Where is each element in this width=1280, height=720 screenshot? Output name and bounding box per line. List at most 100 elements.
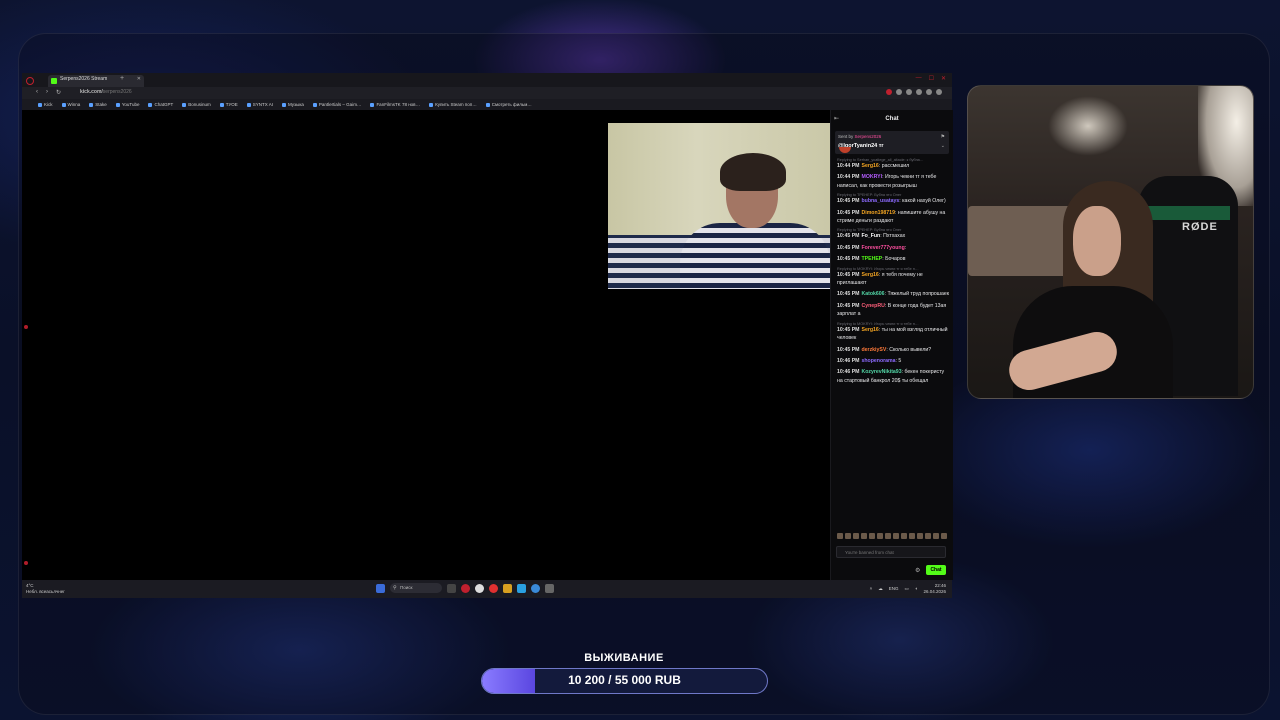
emote-icon[interactable]	[845, 533, 851, 539]
windows-start-icon[interactable]	[376, 583, 385, 593]
chat-message[interactable]: 10:45 PM Katok606: Тяжелый труд попрошаек	[837, 290, 949, 298]
chat-username[interactable]: ТРЕНЕР	[862, 256, 883, 262]
chat-message[interactable]: 10:45 PM ТРЕНЕР: Бочаров	[837, 255, 949, 263]
pin-icon[interactable]: ⚑	[941, 134, 945, 140]
chat-username[interactable]: Fo_Fun	[862, 233, 881, 239]
chat-username[interactable]: Serg16	[862, 272, 879, 278]
chevron-down-icon[interactable]: ⌄	[941, 143, 945, 149]
new-tab-icon[interactable]: +	[120, 75, 124, 82]
back-icon[interactable]: ‹	[36, 89, 38, 96]
close-window-icon[interactable]: ✕	[941, 75, 946, 82]
chat-username[interactable]: derzkiySV	[862, 347, 887, 353]
bookmark-item[interactable]: Winna	[61, 102, 80, 107]
chat-message[interactable]: 10:45 PM Serg16: ты на мой взгляд отличны…	[837, 326, 949, 343]
bookmark-icon	[429, 102, 434, 107]
gear-icon[interactable]: ⚙	[915, 567, 920, 574]
emote-icon[interactable]	[853, 533, 859, 539]
yandex-icon[interactable]	[489, 583, 498, 593]
chat-message[interactable]: 10:45 PM Forever777young:	[837, 244, 949, 252]
bookmark-item[interactable]: ChatGPT	[148, 102, 173, 107]
reload-icon[interactable]: ↻	[56, 89, 61, 96]
webcam-chair-accent	[1146, 206, 1230, 220]
emote-icon[interactable]	[861, 533, 867, 539]
bookmark-item[interactable]: YouTube	[115, 102, 139, 107]
bookmark-item[interactable]: Pantlertials – Gaim…	[312, 102, 361, 107]
extension-icon[interactable]	[906, 89, 912, 95]
bookmark-item[interactable]: FanFilmsTK 78 нов…	[370, 102, 420, 107]
emote-icon[interactable]	[909, 533, 915, 539]
task-view-icon[interactable]	[447, 583, 456, 593]
maximize-icon[interactable]: ☐	[929, 75, 934, 82]
extension-icon[interactable]	[896, 89, 902, 95]
folder-icon[interactable]	[503, 583, 512, 593]
emote-icon[interactable]	[885, 533, 891, 539]
app-icon[interactable]	[475, 583, 484, 593]
taskbar-search[interactable]: Поиск	[390, 583, 442, 593]
chat-username[interactable]: Serg16	[862, 327, 879, 333]
chat-username[interactable]: KozyrevNikita93	[862, 369, 902, 375]
extension-icon[interactable]	[936, 89, 942, 95]
network-icon[interactable]: ▭	[904, 586, 908, 592]
chat-username[interactable]: Forever777young	[862, 245, 905, 251]
chat-input[interactable]: You're banned from chat	[836, 546, 946, 558]
chat-message[interactable]: 10:44 PM MOKRYI: Игорь чекни тг я тебе на…	[837, 173, 949, 190]
bookmark-icon	[148, 102, 153, 107]
browser-app-icon[interactable]	[531, 583, 540, 593]
tab-close-icon[interactable]: ✕	[137, 76, 141, 82]
chevron-up-icon[interactable]: ˄	[870, 586, 873, 591]
emote-icon[interactable]	[893, 533, 899, 539]
emote-icon[interactable]	[941, 533, 947, 539]
extension-icon[interactable]	[926, 89, 932, 95]
browser-tab[interactable]: Serpens2026 Stream ✕	[48, 75, 144, 87]
emote-icon[interactable]	[837, 533, 843, 539]
bookmark-item[interactable]: Kick	[38, 102, 53, 107]
forward-icon[interactable]: ›	[46, 89, 48, 96]
minimize-icon[interactable]: —	[916, 75, 922, 82]
bookmark-item[interactable]: Купить Steam поп…	[429, 102, 477, 107]
extension-icon[interactable]	[886, 89, 892, 95]
chat-username[interactable]: Dimon198719	[862, 210, 895, 216]
emote-icon[interactable]	[901, 533, 907, 539]
chat-username[interactable]: shopenorama	[862, 358, 896, 364]
chat-username[interactable]: Serg16	[862, 163, 879, 169]
chat-send-button[interactable]: Chat	[926, 565, 946, 575]
chat-message[interactable]: 10:45 PM CynepRU: В конце года будет 13ая…	[837, 302, 949, 319]
chat-username[interactable]: CynepRU	[862, 303, 885, 309]
chat-message[interactable]: 10:44 PM Serg16: рассмешил	[837, 162, 949, 170]
app-icon[interactable]	[545, 583, 554, 593]
chat-message[interactable]: 10:45 PM Serg16: я тебя почему не приглаш…	[837, 271, 949, 288]
collapse-chat-icon[interactable]: ⇤	[834, 115, 839, 122]
bookmark-item[interactable]: Смотреть фильм…	[485, 102, 532, 107]
weather-widget[interactable]: 4°C Небл. всеасьлчнег	[26, 583, 65, 594]
chat-message[interactable]: 10:45 PM Dimon198719: напишите абушу на с…	[837, 209, 949, 226]
bookmark-item[interactable]: Музыка	[282, 102, 304, 107]
chat-message[interactable]: 10:45 PM derzkiySV: Сколько вывели?	[837, 346, 949, 354]
chat-messages: Replying to Serhan_ycatlege_all_altacle:…	[837, 156, 949, 388]
chat-username[interactable]: MOKRYI	[862, 174, 883, 180]
bookmark-item[interactable]: ТУОЕ	[219, 102, 238, 107]
clock[interactable]: 22:46 26.04.2026	[923, 583, 946, 594]
chat-message[interactable]: 10:45 PM bubna_usatays: какой нахуй Олег)	[837, 197, 949, 205]
bookmark-item[interactable]: SYNTX AI	[246, 102, 273, 107]
url-field[interactable]: kick.com/serpens2026	[80, 89, 132, 95]
chat-message[interactable]: 10:46 PM KozyrevNikita93: бекен покеристу…	[837, 368, 949, 385]
chat-message[interactable]: 10:46 PM shopenorama: 5	[837, 357, 949, 365]
extension-icon[interactable]	[916, 89, 922, 95]
volume-icon[interactable]: ◖	[915, 586, 918, 591]
chat-message[interactable]: 10:45 PM Fo_Fun: Пхтхахах	[837, 232, 949, 240]
chat-username[interactable]: bubna_usatays	[862, 198, 900, 204]
survival-title: ВЫЖИВАНИЕ	[584, 652, 664, 664]
opera-icon[interactable]	[461, 583, 470, 593]
emote-icon[interactable]	[917, 533, 923, 539]
cloud-icon[interactable]: ☁	[878, 586, 883, 592]
emote-icon[interactable]	[869, 533, 875, 539]
chat-username[interactable]: Katok606	[862, 291, 885, 297]
pinned-message[interactable]: Sent by Serpens2026 ⚑ @IgorTyanin24 тг ⌄	[835, 131, 949, 154]
emote-icon[interactable]	[925, 533, 931, 539]
emote-icon[interactable]	[933, 533, 939, 539]
bookmark-item[interactable]: Bonusinum	[182, 102, 211, 107]
bookmark-item[interactable]: Stake	[89, 102, 107, 107]
language-indicator[interactable]: ENG	[889, 586, 899, 591]
telegram-icon[interactable]	[517, 583, 526, 593]
emote-icon[interactable]	[877, 533, 883, 539]
